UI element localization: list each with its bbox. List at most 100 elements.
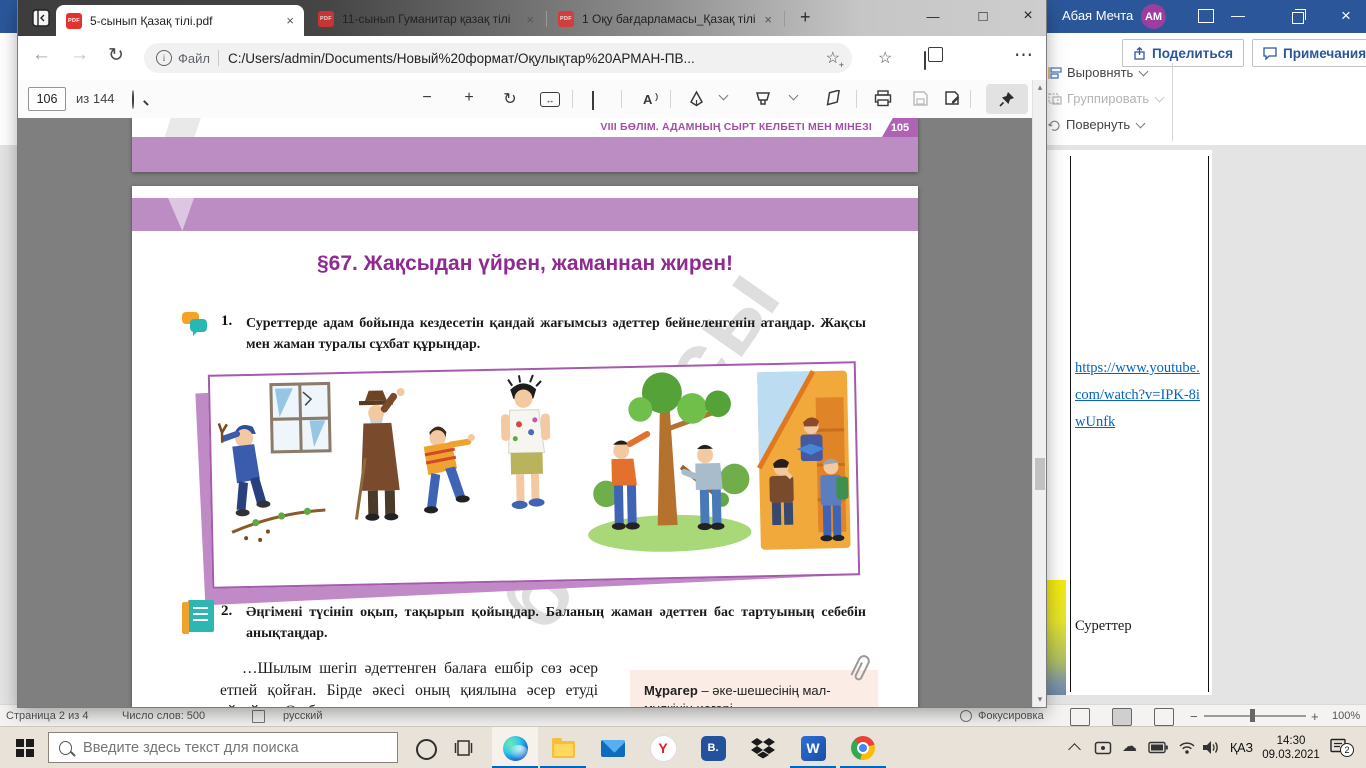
scrollbar[interactable]: ▴ ▾	[1032, 80, 1046, 707]
word-restore-button[interactable]	[1292, 12, 1304, 24]
ribbon-display-options-icon[interactable]	[1198, 9, 1214, 23]
browser-minimize-button[interactable]: —	[921, 9, 945, 24]
chevron-down-icon[interactable]	[719, 91, 729, 101]
chapter-band	[132, 137, 918, 172]
chapter-header: VIII БӨЛІМ. АДАМНЫҢ СЫРТ КЕЛБЕТІ МЕН МІН…	[600, 121, 872, 133]
tab-active[interactable]: PDF 5-сынып Қазақ тілі.pdf ×	[56, 5, 304, 36]
print-icon[interactable]	[874, 90, 892, 107]
screen: Абая Мечта AM — × Поделиться Примечания …	[0, 0, 1366, 768]
collections-icon[interactable]	[924, 51, 926, 70]
language-indicator[interactable]: ҚАЗ	[1230, 741, 1253, 755]
zoom-slider[interactable]	[1204, 715, 1306, 717]
more-menu-icon[interactable]: ⋯	[1014, 44, 1033, 67]
zoom-in-icon[interactable]: +	[460, 89, 478, 107]
zoom-slider-thumb[interactable]	[1250, 709, 1255, 722]
zoom-percent[interactable]: 100%	[1332, 710, 1360, 722]
taskbar-search[interactable]	[48, 732, 398, 763]
taskbar-word[interactable]: W	[790, 727, 836, 768]
taskbar-yandex[interactable]: Y	[640, 727, 686, 768]
toolbar-separator	[572, 90, 573, 108]
group-menu[interactable]: Группировать	[1048, 91, 1163, 106]
word-wordcount[interactable]: Число слов: 500	[122, 710, 205, 722]
scrollbar-thumb[interactable]	[1035, 458, 1045, 490]
start-button[interactable]	[16, 739, 34, 757]
clock[interactable]: 14:30 09.03.2021	[1262, 734, 1320, 762]
illustration-panel	[208, 361, 860, 589]
task2-text: Әңгімені түсініп оқып, тақырып қойыңдар.…	[246, 602, 866, 644]
pictures-caption[interactable]: Суреттер	[1075, 618, 1132, 635]
draw-icon[interactable]	[688, 90, 705, 107]
scroll-down-icon[interactable]: ▾	[1033, 694, 1047, 705]
erase-icon[interactable]	[824, 90, 843, 106]
address-bar[interactable]: i Файл C:/Users/admin/Documents/Новый%20…	[144, 43, 852, 73]
highlight-icon[interactable]	[754, 90, 772, 107]
pdf-viewport[interactable]: VIII БӨЛІМ. АДАМНЫҢ СЫРТ КЕЛБЕТІ МЕН МІН…	[18, 118, 1032, 707]
comments-button[interactable]: Примечания	[1252, 39, 1366, 67]
print-layout-icon[interactable]	[1112, 708, 1132, 726]
back-icon[interactable]: ←	[32, 44, 51, 66]
word-page-status[interactable]: Страница 2 из 4	[6, 710, 88, 722]
web-layout-icon[interactable]	[1154, 708, 1174, 726]
proofing-icon[interactable]	[252, 710, 265, 723]
volume-icon[interactable]	[1202, 739, 1220, 756]
page-view-icon[interactable]	[592, 91, 594, 110]
table-border	[1070, 156, 1071, 692]
tab-inactive[interactable]: PDF 1 Оқу бағдарламасы_Қазақ тілі ×	[550, 5, 780, 33]
avatar[interactable]: AM	[1141, 4, 1166, 29]
read-mode-icon[interactable]	[1070, 708, 1090, 726]
tab-close-icon[interactable]: ×	[764, 13, 772, 26]
taskbar-dropbox[interactable]	[740, 727, 786, 768]
add-favorite-icon[interactable]: ☆	[826, 48, 840, 68]
info-icon[interactable]: i	[156, 50, 172, 66]
zoom-out-icon[interactable]: −	[418, 89, 436, 107]
save-icon[interactable]	[912, 90, 929, 107]
dropbox-icon	[751, 737, 775, 759]
taskbar-mail[interactable]	[590, 727, 636, 768]
taskbar-vk[interactable]: B.	[690, 727, 736, 768]
task-view-icon[interactable]	[454, 740, 473, 756]
page-number-input[interactable]: 106	[28, 87, 66, 111]
rotate-icon[interactable]: ↻	[501, 89, 519, 109]
action-center[interactable]: 2	[1330, 738, 1348, 754]
browser-close-button[interactable]: ×	[1016, 7, 1040, 25]
word-page[interactable]: https://www.youtube.com/watch?v=IPK-8iwU…	[1018, 150, 1212, 695]
align-menu[interactable]: Выровнять	[1048, 65, 1147, 80]
onedrive-icon[interactable]: ☁	[1122, 737, 1137, 755]
word-language[interactable]: русский	[283, 710, 322, 722]
save-as-icon[interactable]	[944, 90, 962, 107]
tab-inactive[interactable]: PDF 11-сынып Гуманитар қазақ тілі ×	[310, 5, 542, 33]
tray-expand-icon[interactable]	[1068, 743, 1081, 756]
vertical-tabs-icon[interactable]	[32, 9, 50, 27]
tab-close-icon[interactable]: ×	[526, 13, 534, 26]
meet-now-icon[interactable]	[1094, 740, 1112, 756]
zoom-out-icon[interactable]: −	[1190, 709, 1198, 724]
taskbar-explorer[interactable]	[540, 727, 586, 768]
search-icon[interactable]	[132, 90, 134, 109]
favorites-icon[interactable]: ☆	[878, 48, 892, 68]
tab-close-icon[interactable]: ×	[286, 14, 294, 27]
reload-icon[interactable]: ↻	[108, 44, 124, 67]
taskbar-chrome[interactable]	[840, 727, 886, 768]
search-input[interactable]	[81, 739, 387, 757]
word-minimize-button[interactable]: —	[1228, 7, 1248, 23]
wifi-icon[interactable]	[1178, 739, 1196, 755]
read-aloud-icon[interactable]: A	[643, 92, 659, 107]
zoom-in-icon[interactable]: +	[1311, 709, 1319, 724]
pin-toolbar-button[interactable]	[986, 84, 1028, 114]
share-button[interactable]: Поделиться	[1122, 39, 1244, 67]
browser-maximize-button[interactable]: □	[971, 8, 995, 25]
url-text[interactable]: C:/Users/admin/Documents/Новый%20формат/…	[228, 51, 826, 66]
rotate-menu[interactable]: Повернуть	[1048, 117, 1144, 132]
focus-mode[interactable]: Фокусировка	[978, 710, 1044, 722]
battery-icon[interactable]	[1148, 741, 1168, 754]
forward-icon[interactable]: →	[70, 44, 89, 66]
cortana-icon[interactable]	[416, 739, 437, 760]
fit-width-icon[interactable]: ↔	[540, 92, 560, 107]
youtube-link[interactable]: https://www.youtube.com/watch?v=IPK-8iwU…	[1075, 355, 1204, 436]
taskbar-edge[interactable]	[492, 727, 538, 768]
chevron-down-icon[interactable]	[789, 91, 799, 101]
word-account-name[interactable]: Абая Мечта	[1062, 8, 1133, 23]
scroll-up-icon[interactable]: ▴	[1033, 82, 1047, 93]
new-tab-button[interactable]: +	[800, 7, 811, 28]
word-close-button[interactable]: ×	[1336, 6, 1356, 26]
